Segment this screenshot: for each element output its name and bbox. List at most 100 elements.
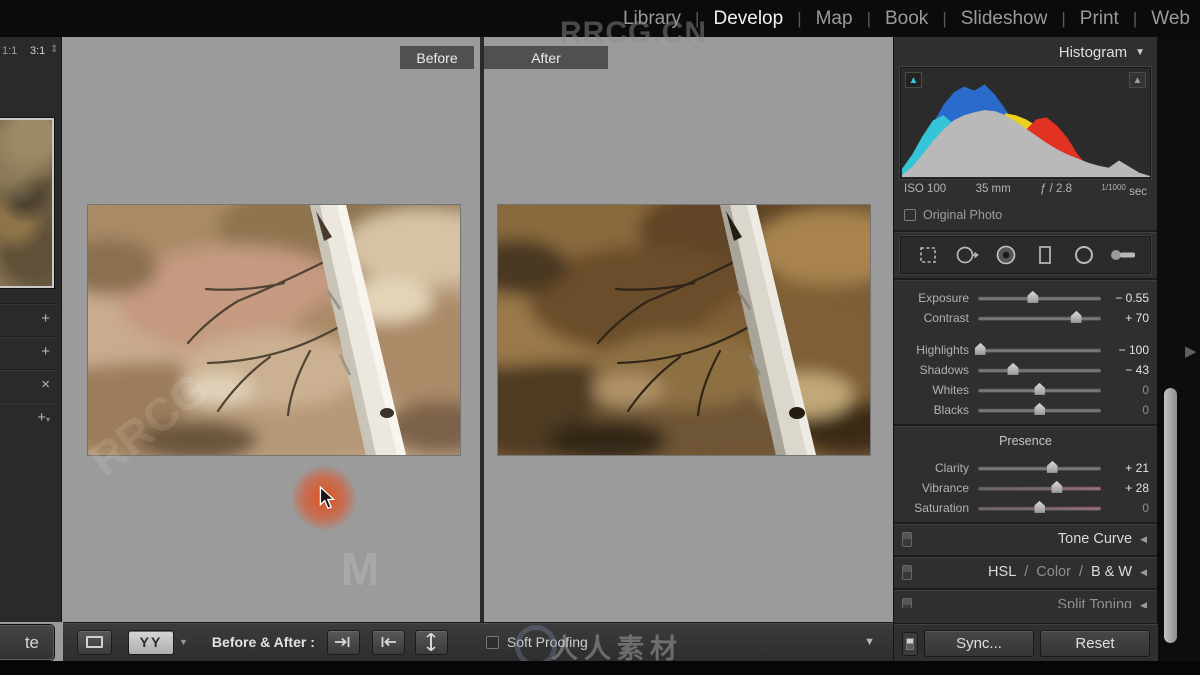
slider-track-whites[interactable] [978,382,1101,395]
module-tab-slideshow[interactable]: Slideshow [961,8,1048,30]
crop-tool-icon[interactable] [913,241,943,269]
zoom-ratio-1to1[interactable]: 1:1 [2,45,17,57]
presence-slider-clarity: Clarity + 21 [902,458,1149,478]
module-tab-book[interactable]: Book [885,8,928,30]
radial-filter-tool-icon[interactable] [1069,241,1099,269]
slider-label-contrast[interactable]: Contrast [902,311,978,325]
slider-track-vibrance[interactable] [978,480,1101,493]
color-title-part[interactable]: Color [1036,564,1071,580]
paste-button[interactable]: te [0,625,54,660]
left-panel-header-row[interactable]: + [0,303,58,336]
panel-expand-arrow-icon: ◀ [1140,533,1147,544]
add-dropdown-icon[interactable]: ▾ [46,415,50,424]
slider-label-highlights[interactable]: Highlights [902,343,978,357]
add-icon[interactable]: + [41,344,50,359]
module-tab-map[interactable]: Map [816,8,853,30]
slider-value-vibrance[interactable]: + 28 [1101,481,1149,495]
panel-toggle-switch-icon[interactable] [902,531,912,547]
panel-collapse-arrow-icon[interactable]: ▶ [1185,342,1197,360]
slider-thumb-contrast[interactable] [1070,310,1082,323]
panel-toggle-switch-icon[interactable] [902,597,912,608]
adjustment-brush-tool-icon[interactable] [1108,241,1138,269]
left-panel-header-row[interactable]: + [0,336,58,369]
slider-label-clarity[interactable]: Clarity [902,461,978,475]
slider-track-shadows[interactable] [978,362,1101,375]
highlight-clipping-indicator[interactable]: ▲ [1129,72,1146,88]
original-photo-checkbox[interactable] [904,208,916,221]
slider-thumb-clarity[interactable] [1046,460,1058,473]
soft-proofing-checkbox[interactable] [485,635,499,649]
soft-proofing-label: Soft Proofing [506,634,588,650]
zoom-ratio-3to1[interactable]: 3:1 [30,45,45,57]
histogram-display[interactable]: ▲ ▲ [900,67,1151,179]
sync-button[interactable]: Sync... [924,630,1034,657]
slider-track-blacks[interactable] [978,402,1101,415]
split-toning-panel-header[interactable]: Split Toning ◀ [894,592,1157,608]
slider-label-blacks[interactable]: Blacks [902,403,978,417]
slider-label-vibrance[interactable]: Vibrance [902,481,978,495]
hsl-color-bw-panel-header[interactable]: HSL / Color / B & W ◀ [894,559,1157,586]
slider-thumb-shadows[interactable] [1007,362,1019,375]
slider-thumb-vibrance[interactable] [1051,480,1063,493]
graduated-filter-tool-icon[interactable] [1030,241,1060,269]
slider-value-clarity[interactable]: + 21 [1101,461,1149,475]
divider [894,521,1157,524]
bw-title-part[interactable]: B & W [1091,564,1132,580]
slider-thumb-blacks[interactable] [1034,402,1045,415]
viewer-toolbar: YY ▼ Before & After : Soft Proofing 人人素材… [63,622,893,667]
toolbar-options-dropdown-icon[interactable]: ▼ [864,636,875,648]
add-icon[interactable]: + [41,311,50,326]
before-label-text: Before [416,49,458,66]
slider-thumb-whites[interactable] [1034,382,1045,395]
copy-before-to-after-button[interactable] [326,629,360,655]
add-icon[interactable]: +▾ [37,410,50,427]
copy-after-to-before-button[interactable] [371,629,405,655]
slider-track-saturation[interactable] [978,500,1101,513]
split-toning-title: Split Toning [1057,597,1133,608]
shadow-clipping-indicator[interactable]: ▲ [905,72,922,88]
slider-label-saturation[interactable]: Saturation [902,501,978,515]
slider-track-exposure[interactable] [978,290,1101,303]
panel-toggle-switch-icon[interactable] [902,564,912,580]
slider-track-highlights[interactable] [974,342,1101,355]
slider-label-shadows[interactable]: Shadows [902,363,978,377]
slider-value-saturation[interactable]: 0 [1101,501,1149,515]
navigator-preview-thumbnail[interactable] [0,118,54,288]
before-photo[interactable] [88,205,460,455]
before-after-view-button[interactable]: YY [128,629,174,655]
aperture-value: ƒ / 2.8 [1040,183,1073,195]
clear-icon[interactable]: × [41,377,50,392]
slider-label-exposure[interactable]: Exposure [902,291,978,305]
slider-thumb-exposure[interactable] [1027,290,1039,303]
tone-curve-panel-header[interactable]: Tone Curve ◀ [894,526,1157,553]
slider-value-highlights[interactable]: − 100 [1101,343,1149,357]
slider-value-blacks[interactable]: 0 [1101,403,1149,417]
slider-track-clarity[interactable] [978,460,1101,473]
zoom-ratio-stepper-icon[interactable]: ⇕ [50,44,58,55]
red-eye-tool-icon[interactable] [991,241,1021,269]
view-mode-dropdown-icon[interactable]: ▼ [179,637,188,647]
slider-label-whites[interactable]: Whites [902,383,978,397]
right-panel-scrollbar[interactable] [1164,388,1177,643]
swap-before-after-button[interactable] [414,629,448,655]
loupe-view-button[interactable] [77,629,112,655]
left-panel-header-row[interactable]: +▾ [0,402,58,435]
slider-value-whites[interactable]: 0 [1101,383,1149,397]
reset-button[interactable]: Reset [1040,630,1150,657]
histogram-panel-header[interactable]: Histogram ▼ [894,37,1157,67]
slider-value-exposure[interactable]: − 0.55 [1101,291,1149,305]
after-photo[interactable] [498,205,870,455]
left-panel-header-row[interactable]: × [0,369,58,402]
slider-value-shadows[interactable]: − 43 [1101,363,1149,377]
module-tab-web[interactable]: Web [1151,8,1190,30]
spot-removal-tool-icon[interactable] [952,241,982,269]
slider-value-contrast[interactable]: + 70 [1101,311,1149,325]
divider [894,587,1157,590]
slider-thumb-saturation[interactable] [1034,500,1045,513]
autosync-toggle-switch[interactable] [902,631,918,656]
module-tab-develop[interactable]: Develop [713,8,783,30]
module-tab-print[interactable]: Print [1080,8,1119,30]
module-tab-library[interactable]: Library [623,8,681,30]
slider-track-contrast[interactable] [978,310,1101,323]
hsl-title-part[interactable]: HSL [988,564,1016,580]
